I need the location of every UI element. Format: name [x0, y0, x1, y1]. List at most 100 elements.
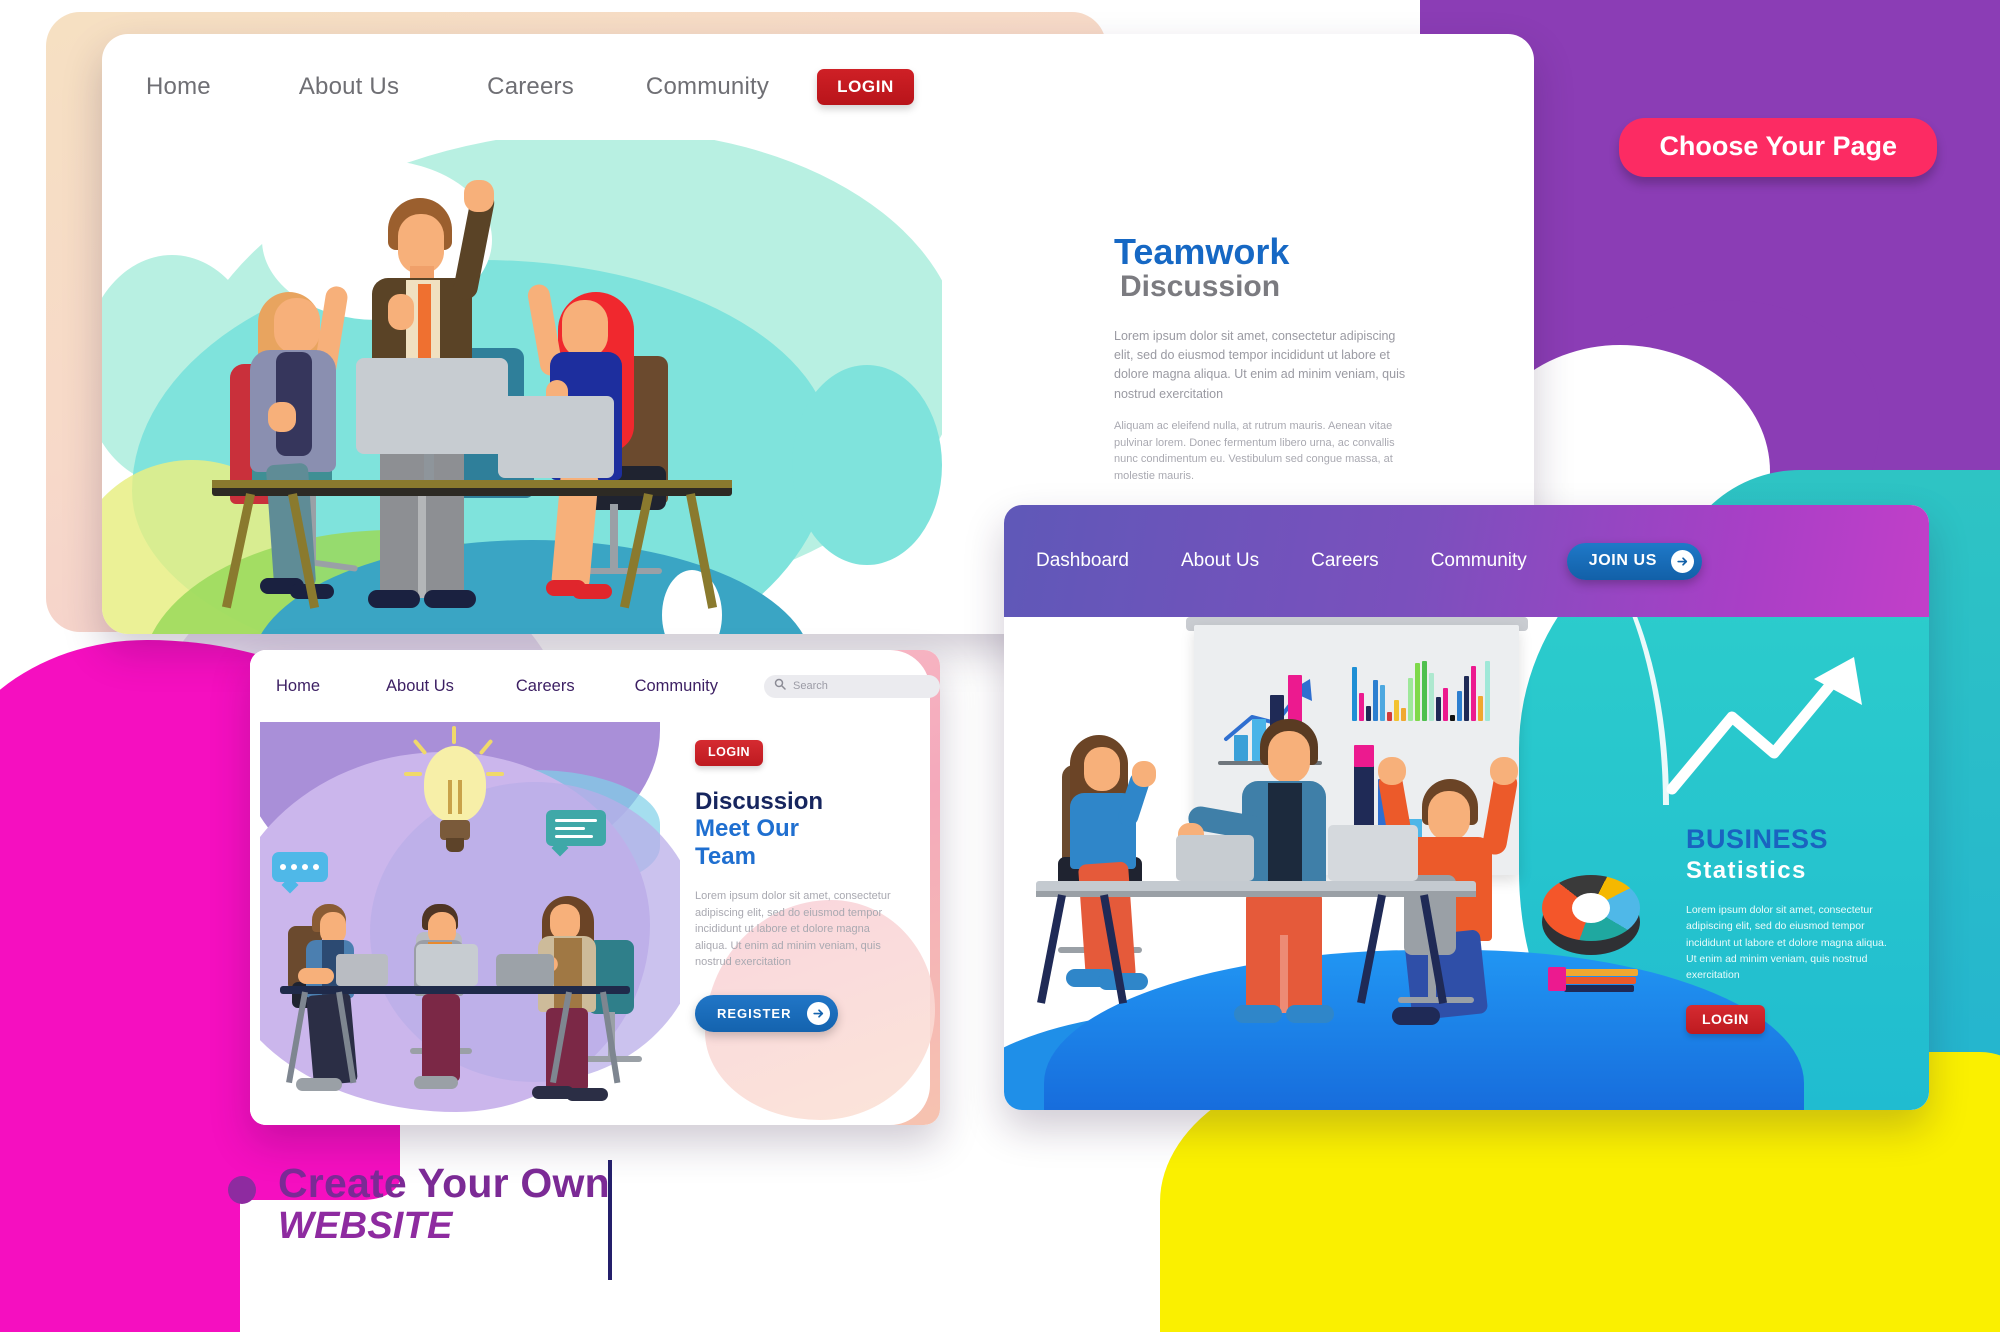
- c3-presenter-shoe-right: [1286, 1005, 1334, 1023]
- bubble-dot-2: [291, 864, 297, 870]
- mc-bar-3: [1366, 706, 1371, 721]
- chat-bubble-lines-icon: [546, 810, 608, 857]
- c3-cheer-shoe: [1392, 1007, 1440, 1025]
- bulb-neck: [440, 820, 470, 840]
- mc-bar-17: [1464, 676, 1469, 721]
- desk-leg-right: [619, 493, 653, 609]
- choose-your-page-button[interactable]: Choose Your Page: [1619, 118, 1937, 177]
- c2-laptop-mid: [416, 944, 478, 986]
- upward-trend-arrow-icon: [1666, 657, 1862, 795]
- card3-paragraph: Lorem ipsum dolor sit amet, consectetur …: [1686, 904, 1887, 982]
- c2-woman-shoe-2: [566, 1088, 608, 1101]
- yellow-bottom-fill: [1420, 1092, 2000, 1332]
- magenta-left-fill: [0, 880, 240, 1332]
- laptop-screen: [498, 396, 614, 478]
- card1-login-button[interactable]: LOGIN: [817, 69, 914, 105]
- c3-presenter-shoe-left: [1234, 1005, 1282, 1023]
- man-center-leg-split: [418, 480, 426, 598]
- card3-join-us-button[interactable]: JOIN US: [1566, 542, 1702, 580]
- arrow-right-icon: [807, 1001, 831, 1025]
- mc-bar-8: [1401, 708, 1406, 721]
- card2-nav-home[interactable]: Home: [276, 677, 320, 696]
- card2-heading-1: Discussion: [695, 787, 824, 815]
- card2-heading-3: Team: [695, 842, 756, 870]
- bubble-dot-3: [302, 864, 308, 870]
- bulb-ray-2: [412, 738, 428, 756]
- c3-presenter-face: [1268, 731, 1310, 783]
- bubble-dot-1: [280, 864, 286, 870]
- bulb-base: [446, 838, 464, 852]
- mc-bar-1: [1352, 667, 1357, 721]
- card3-copy-block: BUSINESS Statistics Lorem ipsum dolor si…: [1686, 824, 1901, 1035]
- c2-mid-legs: [422, 994, 460, 1082]
- card2-search-input[interactable]: Search: [764, 674, 940, 698]
- card2-heading-2: Meet Our: [695, 815, 800, 843]
- card2-register-button[interactable]: REGISTER: [695, 994, 839, 1032]
- desk-leg-left: [221, 493, 255, 609]
- card1-nav-home[interactable]: Home: [146, 73, 211, 101]
- mc-bar-14: [1443, 688, 1448, 721]
- c2-laptop-right: [496, 954, 554, 988]
- card2-navbar: Home About Us Careers Community Search: [250, 650, 940, 722]
- c2-laptop-left: [336, 954, 388, 986]
- card3-nav-dashboard[interactable]: Dashboard: [1036, 550, 1129, 572]
- bulb-ray-5: [486, 772, 504, 776]
- card1-nav-about-us[interactable]: About Us: [299, 73, 399, 101]
- arrow-right-icon: [1670, 549, 1694, 573]
- card2-register-label: REGISTER: [717, 1005, 792, 1021]
- bulb-ray-1: [452, 726, 456, 744]
- card1-paragraph-1: Lorem ipsum dolor sit amet, consectetur …: [1114, 328, 1406, 401]
- card2-nav-community[interactable]: Community: [635, 677, 718, 696]
- card3-join-us-label: JOIN US: [1588, 552, 1657, 569]
- card1-nav-careers[interactable]: Careers: [487, 73, 574, 101]
- c2-mid-shoe: [414, 1076, 458, 1089]
- c3-cheer-fist-left: [1378, 757, 1406, 785]
- mc-bar-2: [1359, 693, 1364, 721]
- card3-nav-careers[interactable]: Careers: [1311, 550, 1379, 572]
- mc-bar-5: [1380, 685, 1385, 721]
- card1-navbar: Home About Us Careers Community LOGIN: [102, 34, 1534, 140]
- mc-bar-11: [1422, 661, 1427, 721]
- mc-bar-16: [1457, 691, 1462, 721]
- man-center-face: [398, 214, 444, 274]
- mc-bar-18: [1471, 666, 1476, 721]
- mc-bar-20: [1485, 661, 1490, 721]
- c2-desk-top: [280, 986, 630, 994]
- card2-people-group: [270, 882, 670, 1122]
- card2-search-placeholder: Search: [793, 680, 828, 692]
- mc-bar-13: [1436, 697, 1441, 721]
- bulb-filament: [448, 780, 462, 814]
- mc-bar-9: [1408, 678, 1413, 721]
- bubble2-line-3: [555, 835, 593, 838]
- card2-login-button[interactable]: LOGIN: [695, 740, 764, 766]
- lightbulb-icon: [404, 726, 504, 870]
- c3-chair-right-base: [1398, 997, 1474, 1003]
- card1-nav-community[interactable]: Community: [646, 73, 769, 101]
- caption-divider: [608, 1160, 612, 1280]
- mc-bar-19: [1478, 696, 1483, 721]
- card3-nav-community[interactable]: Community: [1431, 550, 1527, 572]
- card3-heading-secondary: Statistics: [1686, 857, 1807, 885]
- bubble-dot-4: [313, 864, 319, 870]
- caption-line-1: Create Your Own: [278, 1160, 610, 1206]
- caption-line-2: WEBSITE: [278, 1205, 453, 1248]
- card3-heading-primary: BUSINESS: [1686, 824, 1829, 854]
- man-center-shoe-right: [424, 590, 476, 608]
- card2-copy-block: LOGIN Discussion Meet Our Team Lorem ips…: [695, 740, 895, 1032]
- bubble2-line-2: [555, 827, 585, 830]
- c3-presenter-leg-split: [1280, 935, 1288, 1013]
- mc-bar-6: [1387, 712, 1392, 721]
- card2-nav-about-us[interactable]: About Us: [386, 677, 454, 696]
- card3-nav-about-us[interactable]: About Us: [1181, 550, 1259, 572]
- card3-navbar: Dashboard About Us Careers Community JOI…: [1004, 505, 1929, 617]
- card1-illustration: [102, 140, 942, 634]
- bottom-caption: Create Your Own WEBSITE: [228, 1160, 610, 1249]
- card2-nav-careers[interactable]: Careers: [516, 677, 575, 696]
- c3-laptop-right: [1328, 825, 1418, 881]
- search-icon: [774, 677, 786, 695]
- woman-left-fist: [268, 402, 296, 432]
- woman-right-face: [562, 300, 608, 358]
- card3-login-button[interactable]: LOGIN: [1686, 1005, 1765, 1035]
- bulb-ray-4: [404, 772, 422, 776]
- desk-leg-right-2: [686, 493, 718, 609]
